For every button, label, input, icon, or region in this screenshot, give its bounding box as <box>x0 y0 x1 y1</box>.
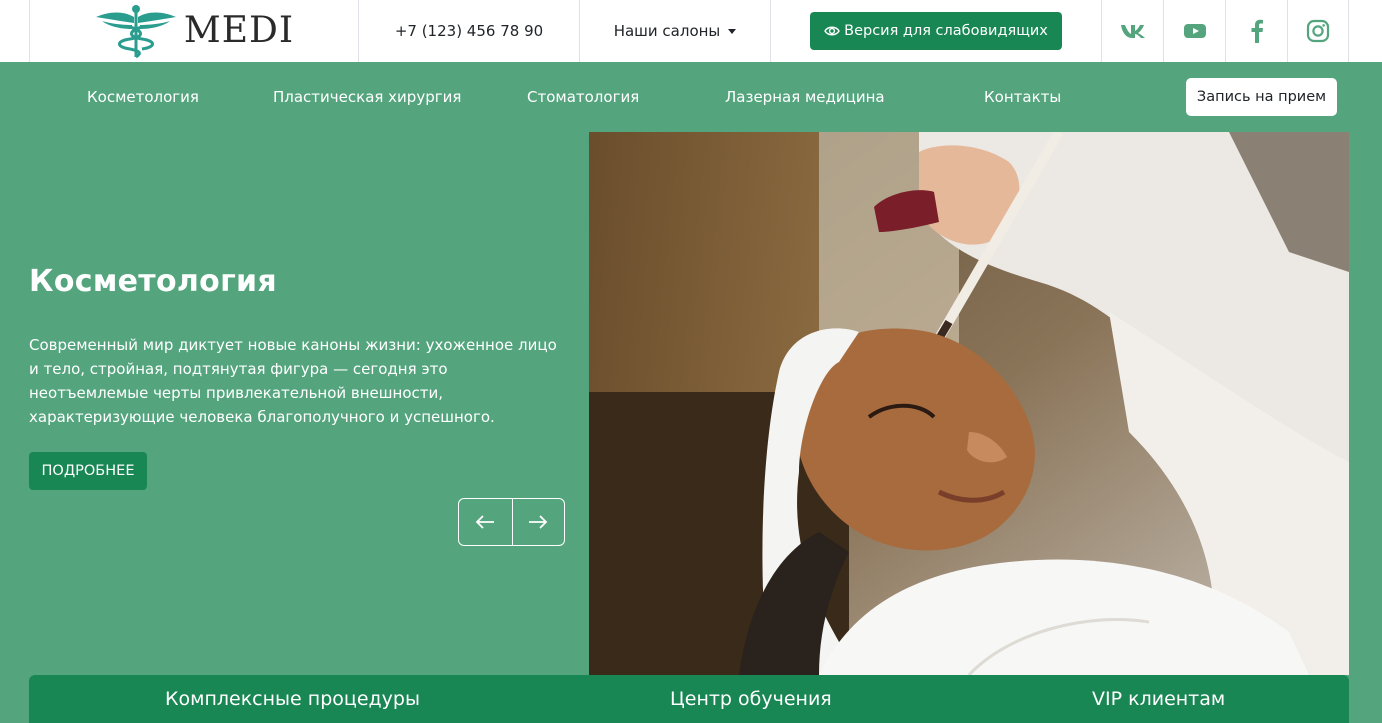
logo-text: MEDI <box>183 10 295 51</box>
main-nav: Косметология Пластическая хирургия Стома… <box>0 62 1382 132</box>
more-button[interactable]: ПОДРОБНЕЕ <box>29 452 147 490</box>
slider-controls <box>458 498 565 546</box>
nav-item-laser-medicine[interactable]: Лазерная медицина <box>725 88 885 106</box>
caret-down-icon <box>728 28 737 34</box>
nav-item-contacts[interactable]: Контакты <box>984 88 1061 106</box>
caduceus-icon <box>95 5 176 59</box>
vk-link[interactable] <box>1101 0 1163 62</box>
bottom-tabs: Комплексные процедуры Центр обучения VIP… <box>29 675 1349 723</box>
tab-training-center[interactable]: Центр обучения <box>670 688 832 710</box>
hero-section: Косметология Пластическая хирургия Стома… <box>0 62 1382 723</box>
instagram-link[interactable] <box>1287 0 1349 62</box>
vk-icon <box>1120 25 1145 38</box>
appointment-button[interactable]: Запись на прием <box>1186 78 1337 116</box>
hero-title: Косметология <box>29 264 277 299</box>
facebook-icon <box>1251 19 1263 43</box>
slider-next-button[interactable] <box>511 499 565 545</box>
youtube-icon <box>1183 24 1206 38</box>
hero-description: Современный мир диктует новые каноны жиз… <box>29 336 557 426</box>
low-vision-version-label: Версия для слабовидящих <box>844 23 1048 39</box>
instagram-icon <box>1306 19 1330 43</box>
hero-photo <box>589 132 1349 675</box>
nav-item-cosmetology[interactable]: Косметология <box>87 88 199 106</box>
salons-dropdown-label: Наши салоны <box>613 22 721 40</box>
slider-prev-button[interactable] <box>459 499 512 545</box>
salons-dropdown[interactable]: Наши салоны <box>580 0 771 62</box>
low-vision-version-button[interactable]: Версия для слабовидящих <box>810 12 1062 50</box>
top-bar: MEDI +7 (123) 456 78 90 Наши салоны Верс… <box>0 0 1382 62</box>
youtube-link[interactable] <box>1163 0 1225 62</box>
tab-vip-clients[interactable]: VIP клиентам <box>1092 688 1225 710</box>
phone-number[interactable]: +7 (123) 456 78 90 <box>359 0 580 62</box>
tab-complex-procedures[interactable]: Комплексные процедуры <box>165 688 420 710</box>
logo[interactable]: MEDI <box>29 0 359 62</box>
nav-item-dentistry[interactable]: Стоматология <box>527 88 639 106</box>
arrow-right-icon <box>529 515 548 529</box>
nav-item-plastic-surgery[interactable]: Пластическая хирургия <box>273 88 461 106</box>
eye-icon <box>824 26 840 36</box>
arrow-left-icon <box>475 515 495 529</box>
vision-cell: Версия для слабовидящих <box>771 0 1101 62</box>
facebook-link[interactable] <box>1225 0 1287 62</box>
